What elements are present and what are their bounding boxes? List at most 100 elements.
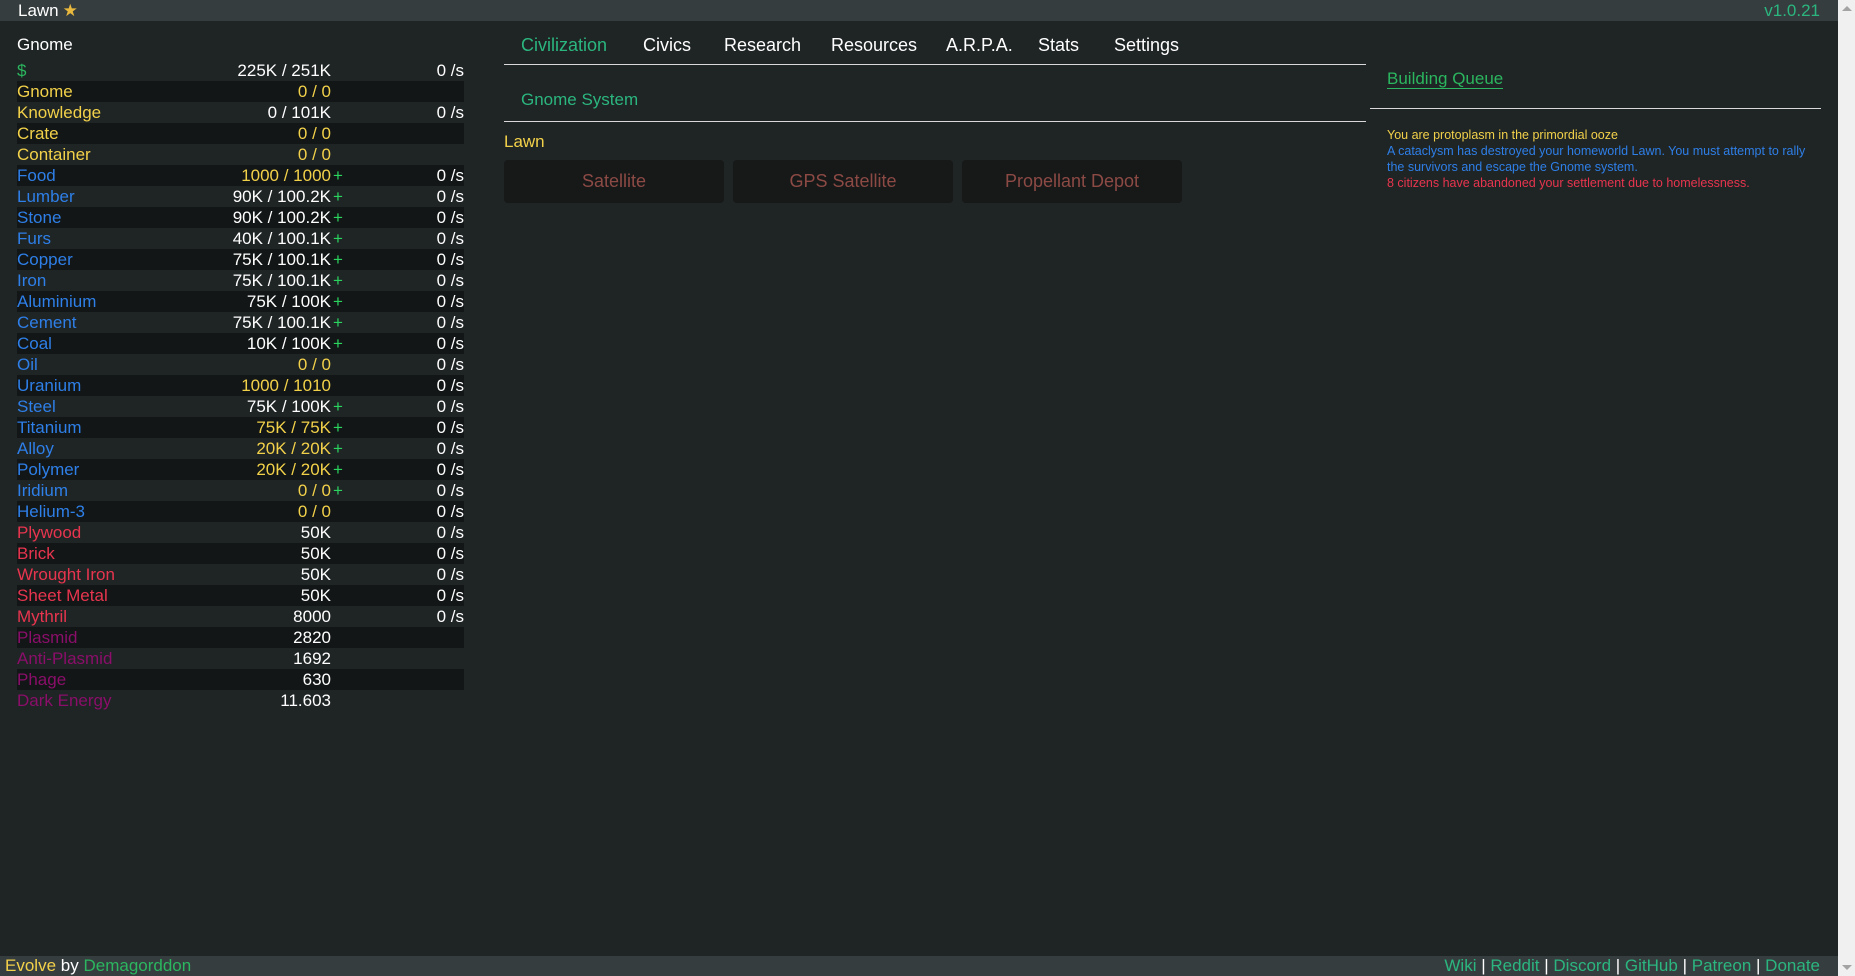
- resource-name[interactable]: Oil: [17, 354, 38, 375]
- resource-name[interactable]: Dark Energy: [17, 690, 111, 711]
- resource-name[interactable]: Titanium: [17, 417, 82, 438]
- tab-resources[interactable]: Resources: [831, 35, 917, 56]
- tab-civilization[interactable]: Civilization: [521, 35, 607, 56]
- resource-name[interactable]: $: [17, 60, 26, 81]
- resource-plus-icon[interactable]: +: [333, 228, 343, 249]
- resource-amount: 1000 / 1000: [241, 166, 331, 185]
- resource-name[interactable]: Uranium: [17, 375, 81, 396]
- tab-research[interactable]: Research: [724, 35, 801, 56]
- scroll-down-icon[interactable]: [1842, 965, 1852, 970]
- resource-plus-icon[interactable]: +: [333, 291, 343, 312]
- resource-rate: 0 /s: [436, 229, 464, 248]
- resource-plus-icon[interactable]: +: [333, 333, 343, 354]
- resource-plus-icon[interactable]: +: [333, 417, 343, 438]
- author-link[interactable]: Demagorddon: [83, 956, 191, 975]
- resource-row: Wrought Iron 50K 0 /s: [17, 564, 464, 585]
- resource-name[interactable]: Stone: [17, 207, 61, 228]
- resource-row: Food 1000 / 1000 +0 /s: [17, 165, 464, 186]
- resource-name[interactable]: Food: [17, 165, 56, 186]
- race-name: Gnome: [17, 35, 73, 54]
- resource-row: Helium-3 0 / 0 0 /s: [17, 501, 464, 522]
- resource-rate: 0 /s: [436, 502, 464, 521]
- building-button[interactable]: GPS Satellite: [733, 160, 953, 203]
- resource-amount: 90K / 100.2K: [232, 187, 331, 206]
- resource-name[interactable]: Furs: [17, 228, 51, 249]
- building-button[interactable]: Satellite: [504, 160, 724, 203]
- building-queue-title[interactable]: Building Queue: [1387, 69, 1504, 89]
- resource-rate: 0 /s: [436, 586, 464, 605]
- footer-link-github[interactable]: GitHub: [1625, 956, 1678, 975]
- resource-amount: 20K / 20K: [256, 460, 331, 479]
- message: You are protoplasm in the primordial ooz…: [1387, 128, 1618, 142]
- resource-plus-icon[interactable]: +: [333, 312, 343, 333]
- footer-link-discord[interactable]: Discord: [1553, 956, 1611, 975]
- resource-amount: 225K / 251K: [237, 61, 331, 80]
- resource-name[interactable]: Sheet Metal: [17, 585, 108, 606]
- footer-link-patreon[interactable]: Patreon: [1692, 956, 1752, 975]
- footer-link-donate[interactable]: Donate: [1765, 956, 1820, 975]
- resource-rate: 0 /s: [436, 187, 464, 206]
- resource-plus-icon[interactable]: +: [333, 249, 343, 270]
- resource-plus-icon[interactable]: +: [333, 207, 343, 228]
- resource-name[interactable]: Helium-3: [17, 501, 85, 522]
- tab-civics[interactable]: Civics: [643, 35, 691, 56]
- resource-amount: 8000: [293, 607, 331, 626]
- resource-name[interactable]: Polymer: [17, 459, 79, 480]
- resource-name[interactable]: Gnome: [17, 81, 73, 102]
- resource-name[interactable]: Container: [17, 144, 91, 165]
- resource-rate: 0 /s: [436, 292, 464, 311]
- resource-name[interactable]: Plasmid: [17, 627, 77, 648]
- star-icon: ★: [62, 1, 78, 20]
- resource-sidebar: Gnome $225K / 251K 0 /s Gnome 0 / 0 Knowledg…: [17, 33, 464, 711]
- scroll-up-icon[interactable]: [1842, 6, 1852, 11]
- resource-plus-icon[interactable]: +: [333, 438, 343, 459]
- resource-name[interactable]: Wrought Iron: [17, 564, 115, 585]
- resource-row: Coal 10K / 100K +0 /s: [17, 333, 464, 354]
- resource-name[interactable]: Alloy: [17, 438, 54, 459]
- page-scrollbar[interactable]: [1838, 0, 1855, 976]
- resource-amount: 1692: [293, 649, 331, 668]
- resource-name[interactable]: Mythril: [17, 606, 67, 627]
- resource-row: Dark Energy 11.603: [17, 690, 464, 711]
- planet-name: Lawn ★: [18, 0, 78, 21]
- tab-settings[interactable]: Settings: [1114, 35, 1179, 56]
- resource-amount: 50K: [300, 544, 331, 563]
- tab-stats[interactable]: Stats: [1038, 35, 1079, 56]
- resource-plus-icon[interactable]: +: [333, 186, 343, 207]
- subtab-gnome-system[interactable]: Gnome System: [521, 90, 638, 110]
- message: 8 citizens have abandoned your settlemen…: [1387, 176, 1750, 190]
- resource-row: Sheet Metal 50K 0 /s: [17, 585, 464, 606]
- resource-rate: 0 /s: [436, 460, 464, 479]
- resource-name[interactable]: Knowledge: [17, 102, 101, 123]
- resource-list: $225K / 251K 0 /s Gnome 0 / 0 Knowledge 0 / 1…: [17, 60, 464, 711]
- resource-name[interactable]: Coal: [17, 333, 52, 354]
- resource-row: Phage 630: [17, 669, 464, 690]
- footer-link-wiki[interactable]: Wiki: [1444, 956, 1476, 975]
- resource-name[interactable]: Aluminium: [17, 291, 96, 312]
- resource-plus-icon[interactable]: +: [333, 459, 343, 480]
- resource-amount: 1000 / 1010: [241, 376, 331, 395]
- resource-amount: 90K / 100.2K: [232, 208, 331, 227]
- resource-plus-icon[interactable]: +: [333, 270, 343, 291]
- resource-rate: 0 /s: [436, 397, 464, 416]
- resource-name[interactable]: Crate: [17, 123, 59, 144]
- resource-name[interactable]: Iridium: [17, 480, 68, 501]
- footer-link-reddit[interactable]: Reddit: [1490, 956, 1539, 975]
- resource-name[interactable]: Steel: [17, 396, 56, 417]
- resource-amount: 0 / 101K: [267, 103, 331, 122]
- resource-name[interactable]: Anti-Plasmid: [17, 648, 112, 669]
- resource-plus-icon[interactable]: +: [333, 396, 343, 417]
- resource-amount: 50K: [300, 523, 331, 542]
- resource-name[interactable]: Phage: [17, 669, 66, 690]
- resource-name[interactable]: Brick: [17, 543, 55, 564]
- resource-name[interactable]: Iron: [17, 270, 46, 291]
- message-log: You are protoplasm in the primordial ooz…: [1370, 109, 1821, 191]
- resource-name[interactable]: Copper: [17, 249, 73, 270]
- resource-name[interactable]: Plywood: [17, 522, 81, 543]
- resource-name[interactable]: Lumber: [17, 186, 75, 207]
- resource-name[interactable]: Cement: [17, 312, 77, 333]
- resource-plus-icon[interactable]: +: [333, 165, 343, 186]
- resource-plus-icon[interactable]: +: [333, 480, 343, 501]
- tab-arpa[interactable]: A.R.P.A.: [946, 35, 1013, 56]
- building-button[interactable]: Propellant Depot: [962, 160, 1182, 203]
